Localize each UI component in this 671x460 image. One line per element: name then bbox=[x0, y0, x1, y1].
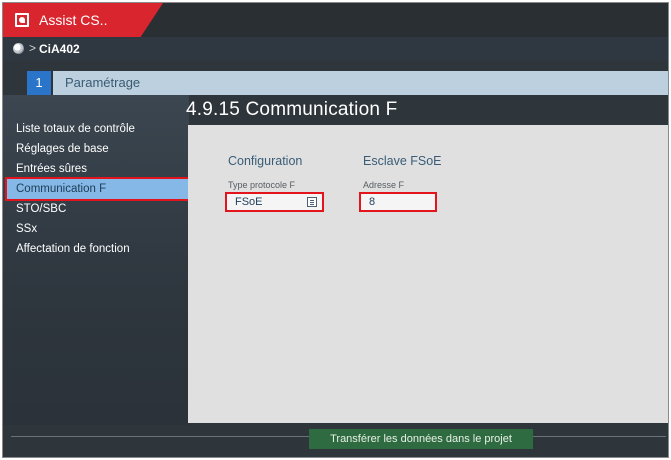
step-number[interactable]: 1 bbox=[27, 71, 51, 95]
transfer-data-button[interactable]: Transférer les données dans le projet bbox=[309, 429, 533, 449]
sidebar-item-ssx[interactable]: SSx bbox=[7, 219, 189, 239]
breadcrumb: > CiA402 bbox=[3, 37, 668, 61]
protocol-type-select[interactable]: FSoE bbox=[225, 192, 324, 212]
app-window: Assist CS.. > CiA402 1 Paramétrage Liste… bbox=[2, 2, 669, 458]
tab-parametrage[interactable]: Paramétrage bbox=[53, 71, 668, 95]
app-logo-icon bbox=[15, 13, 29, 27]
address-field[interactable]: 8 bbox=[359, 192, 437, 212]
address-value: 8 bbox=[369, 196, 376, 208]
fsoe-slave-title: Esclave FSoE bbox=[363, 154, 442, 168]
address-label: Adresse F bbox=[363, 180, 405, 190]
home-icon[interactable] bbox=[13, 43, 24, 54]
sidebar-item-liste-totaux[interactable]: Liste totaux de contrôle bbox=[7, 119, 189, 139]
page-title: 4.9.15 Communication F bbox=[186, 99, 398, 120]
sidebar-item-reglages-de-base[interactable]: Réglages de base bbox=[7, 139, 189, 159]
breadcrumb-current[interactable]: CiA402 bbox=[39, 42, 80, 56]
protocol-type-value: FSoE bbox=[235, 196, 263, 208]
step-bar: 1 Paramétrage bbox=[3, 61, 668, 95]
breadcrumb-separator: > bbox=[29, 41, 37, 55]
sidebar-item-sto-sbc[interactable]: STO/SBC bbox=[7, 199, 189, 219]
title-bar: Assist CS.. bbox=[3, 3, 668, 37]
sidebar-menu: Liste totaux de contrôle Réglages de bas… bbox=[5, 119, 191, 259]
protocol-type-label: Type protocole F bbox=[228, 180, 296, 190]
main-panel: Configuration Type protocole F FSoE Escl… bbox=[188, 125, 668, 423]
sidebar-item-affectation-de-fonction[interactable]: Affectation de fonction bbox=[7, 239, 189, 259]
list-icon[interactable] bbox=[307, 197, 317, 207]
sidebar-item-entrees-sures[interactable]: Entrées sûres bbox=[7, 159, 189, 179]
configuration-title: Configuration bbox=[228, 154, 303, 168]
app-title: Assist CS.. bbox=[39, 12, 108, 28]
sidebar-item-communication-f[interactable]: Communication F bbox=[5, 177, 191, 201]
brand-area: Assist CS.. bbox=[3, 3, 163, 37]
